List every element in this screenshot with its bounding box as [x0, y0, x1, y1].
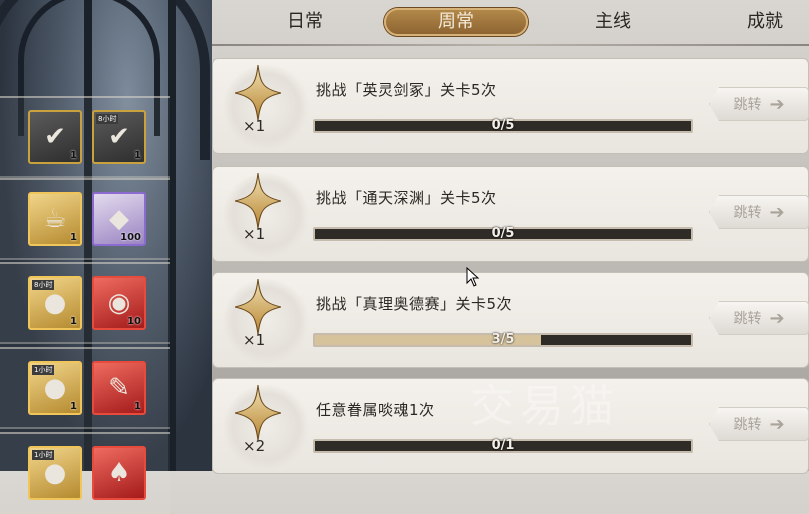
reward-row: ☕ 1 ◆ 100 [0, 178, 170, 260]
quest-card: ×1 挑战「真理奥德赛」关卡5次 3/5 跳转 ➔ [212, 272, 809, 368]
progress-text: 3/5 [491, 332, 515, 347]
progress-bar: 0/5 [313, 118, 693, 133]
quest-card: ×1 挑战「通天深渊」关卡5次 0/5 跳转 ➔ [212, 166, 809, 262]
jump-button[interactable]: 跳转 ➔ [709, 195, 809, 229]
arrow-right-icon: ➔ [769, 413, 785, 435]
star-reward-icon [234, 64, 282, 122]
jump-button[interactable]: 跳转 ➔ [709, 87, 809, 121]
reward-item[interactable]: ● 1小时 1 [28, 361, 82, 415]
reward-multiplier: ×2 [243, 437, 266, 455]
reward-item[interactable]: ✔ 8小时 1 [92, 110, 146, 164]
quest-title: 挑战「真理奥德赛」关卡5次 [316, 295, 513, 313]
reward-quantity: 1 [134, 401, 141, 412]
reward-item[interactable]: ✎ 1 [92, 361, 146, 415]
quest-card: ×1 挑战「英灵剑冢」关卡5次 0/5 跳转 ➔ [212, 58, 809, 154]
star-reward-icon [234, 172, 282, 230]
progress-bar: 0/1 [313, 438, 693, 453]
reward-row: ● 1小时 ♠ [0, 432, 170, 514]
progress-bar: 3/5 [313, 332, 693, 347]
reward-item[interactable]: ♠ [92, 446, 146, 500]
progress-text: 0/1 [491, 438, 515, 453]
reward-quantity: 100 [120, 232, 141, 243]
reward-item[interactable]: ✔ 1 [28, 110, 82, 164]
arrow-right-icon: ➔ [769, 93, 785, 115]
reward-quantity: 1 [70, 401, 77, 412]
quest-title: 挑战「英灵剑冢」关卡5次 [316, 81, 497, 99]
tab-main-story[interactable]: 主线 [590, 8, 636, 36]
jump-label: 跳转 [733, 417, 762, 433]
reward-quantity: 1 [70, 316, 77, 327]
reward-duration-tag: 1小时 [32, 365, 55, 375]
star-reward-icon [234, 384, 282, 442]
tab-bar: 日常 周常 主线 成就 [212, 0, 809, 44]
watermark-text: 交易猫 [470, 381, 620, 432]
reward-quantity: 1 [70, 232, 77, 243]
progress-text: 0/5 [491, 118, 515, 133]
arrow-right-icon: ➔ [769, 307, 785, 329]
tab-daily[interactable]: 日常 [282, 8, 328, 36]
jump-button[interactable]: 跳转 ➔ [709, 301, 809, 335]
tab-weekly[interactable]: 周常 [384, 8, 528, 36]
jump-label: 跳转 [733, 205, 762, 221]
progress-text: 0/5 [491, 226, 515, 241]
arrow-right-icon: ➔ [769, 201, 785, 223]
quest-title: 挑战「通天深渊」关卡5次 [316, 189, 497, 207]
jump-label: 跳转 [733, 97, 762, 113]
progress-bar: 0/5 [313, 226, 693, 241]
reward-multiplier: ×1 [243, 117, 266, 135]
reward-row: ✔ 1 ✔ 8小时 1 [0, 96, 170, 178]
tab-achievements[interactable]: 成就 [742, 8, 788, 36]
card-icon: ♠ [107, 458, 131, 488]
quest-title: 任意眷属啖魂1次 [316, 401, 435, 419]
reward-duration-tag: 1小时 [32, 450, 55, 460]
reward-duration-tag: 8小时 [96, 114, 119, 124]
reward-multiplier: ×1 [243, 331, 266, 349]
reward-item[interactable]: ☕ 1 [28, 192, 82, 246]
reward-quantity: 1 [70, 150, 77, 161]
reward-multiplier: ×1 [243, 225, 266, 243]
jump-button[interactable]: 跳转 ➔ [709, 407, 809, 441]
star-reward-icon [234, 278, 282, 336]
reward-row: ● 8小时 1 ◉ 10 [0, 262, 170, 344]
jump-label: 跳转 [733, 311, 762, 327]
tab-divider [212, 44, 809, 46]
reward-quantity: 10 [127, 316, 141, 327]
reward-quantity: 1 [134, 150, 141, 161]
reward-duration-tag: 8小时 [32, 280, 55, 290]
reward-item[interactable]: ● 8小时 1 [28, 276, 82, 330]
reward-item[interactable]: ◆ 100 [92, 192, 146, 246]
reward-item[interactable]: ◉ 10 [92, 276, 146, 330]
mouse-cursor-icon [466, 267, 480, 287]
reward-item[interactable]: ● 1小时 [28, 446, 82, 500]
reward-row: ● 1小时 1 ✎ 1 [0, 347, 170, 429]
